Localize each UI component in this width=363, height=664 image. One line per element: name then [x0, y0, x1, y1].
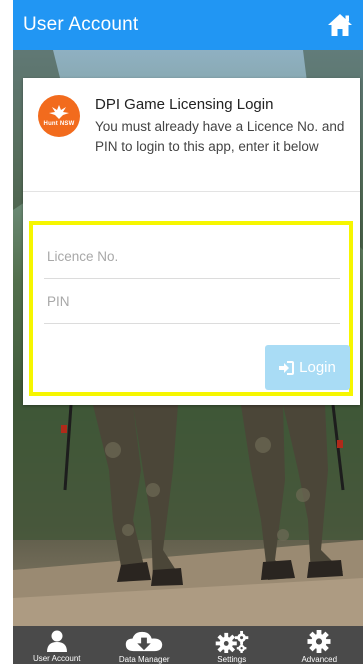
- app-header: User Account: [13, 0, 363, 50]
- logo-text: Hunt NSW: [43, 121, 75, 127]
- login-button[interactable]: Login: [265, 345, 350, 390]
- card-header: Hunt NSW DPI Game Licensing Login You mu…: [23, 78, 360, 192]
- bottom-tab-bar: User Account Data Manager Settings Advan…: [13, 626, 363, 664]
- cloud-download-icon: [126, 631, 163, 652]
- left-edge: [0, 50, 13, 626]
- login-label: Login: [299, 359, 336, 376]
- tab-label: Advanced: [301, 655, 338, 664]
- tab-label: Settings: [217, 655, 247, 664]
- tab-settings[interactable]: Settings: [188, 626, 276, 664]
- tab-data-manager[interactable]: Data Manager: [101, 626, 189, 664]
- page-title: User Account: [23, 14, 139, 35]
- cog-icon: [307, 630, 331, 653]
- card-title: DPI Game Licensing Login: [95, 96, 274, 113]
- home-icon[interactable]: [325, 10, 355, 40]
- app-frame: User Account Hunt NSW DPI Game Licensing…: [0, 0, 363, 664]
- login-form: Login: [29, 221, 353, 396]
- nsw-waratah-icon: Hunt NSW: [38, 95, 80, 137]
- sign-in-icon: [279, 360, 295, 375]
- licence-number-input[interactable]: [44, 235, 340, 279]
- card-description: You must already have a Licence No. and …: [95, 119, 345, 154]
- tab-label: User Account: [32, 654, 81, 663]
- tab-label: Data Manager: [118, 655, 170, 664]
- tab-user-account[interactable]: User Account: [13, 626, 101, 664]
- pin-input[interactable]: [44, 280, 340, 324]
- user-icon: [46, 630, 67, 652]
- cogs-icon: [215, 630, 249, 653]
- tab-advanced[interactable]: Advanced: [276, 626, 363, 664]
